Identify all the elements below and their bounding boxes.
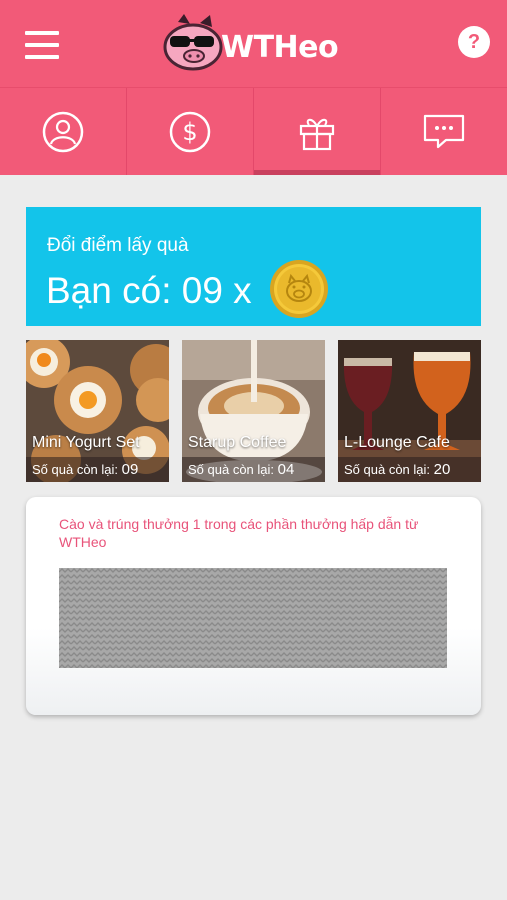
help-button[interactable]: ? [458, 26, 490, 58]
tab-money[interactable]: $ [127, 88, 254, 175]
user-icon [42, 111, 84, 152]
points-card: Đổi điểm lấy quà Bạn có: 09 x [26, 207, 481, 326]
dollar-icon: $ [169, 111, 211, 152]
tab-profile[interactable] [0, 88, 127, 175]
tab-gift[interactable] [254, 88, 381, 175]
gift-name: L-Lounge Cafe [344, 434, 450, 451]
gift-icon [299, 118, 335, 150]
scratch-area[interactable] [59, 568, 447, 668]
logo-text: WTHeo [221, 30, 339, 65]
gift-card-coffee[interactable]: Starup Coffee Số quà còn lại: 04 [182, 340, 325, 482]
gift-remaining: Số quà còn lại: 04 [182, 457, 325, 482]
gift-remaining: Số quà còn lại: 20 [338, 457, 481, 482]
gift-name: Starup Coffee [188, 434, 287, 451]
gift-card-yogurt[interactable]: Mini Yogurt Set Số quà còn lại: 09 [26, 340, 169, 482]
tab-bar: $ [0, 87, 507, 175]
chat-icon [423, 114, 465, 148]
menu-icon[interactable] [25, 31, 59, 59]
points-balance: Bạn có: 09 x [46, 270, 252, 311]
scratch-instructions: Cào và trúng thưởng 1 trong các phần thư… [59, 516, 419, 550]
tab-chat[interactable] [381, 88, 507, 175]
gift-remaining: Số quà còn lại: 09 [26, 457, 169, 482]
pig-coin-icon [270, 260, 328, 318]
gift-name: Mini Yogurt Set [32, 434, 140, 451]
svg-text:$: $ [182, 118, 197, 146]
points-caption: Đổi điểm lấy quà [47, 235, 189, 256]
gift-card-lounge[interactable]: L-Lounge Cafe Số quà còn lại: 20 [338, 340, 481, 482]
app-header: WTHeo ? [0, 0, 507, 87]
scratch-card-panel: Cào và trúng thưởng 1 trong các phần thư… [26, 497, 481, 715]
